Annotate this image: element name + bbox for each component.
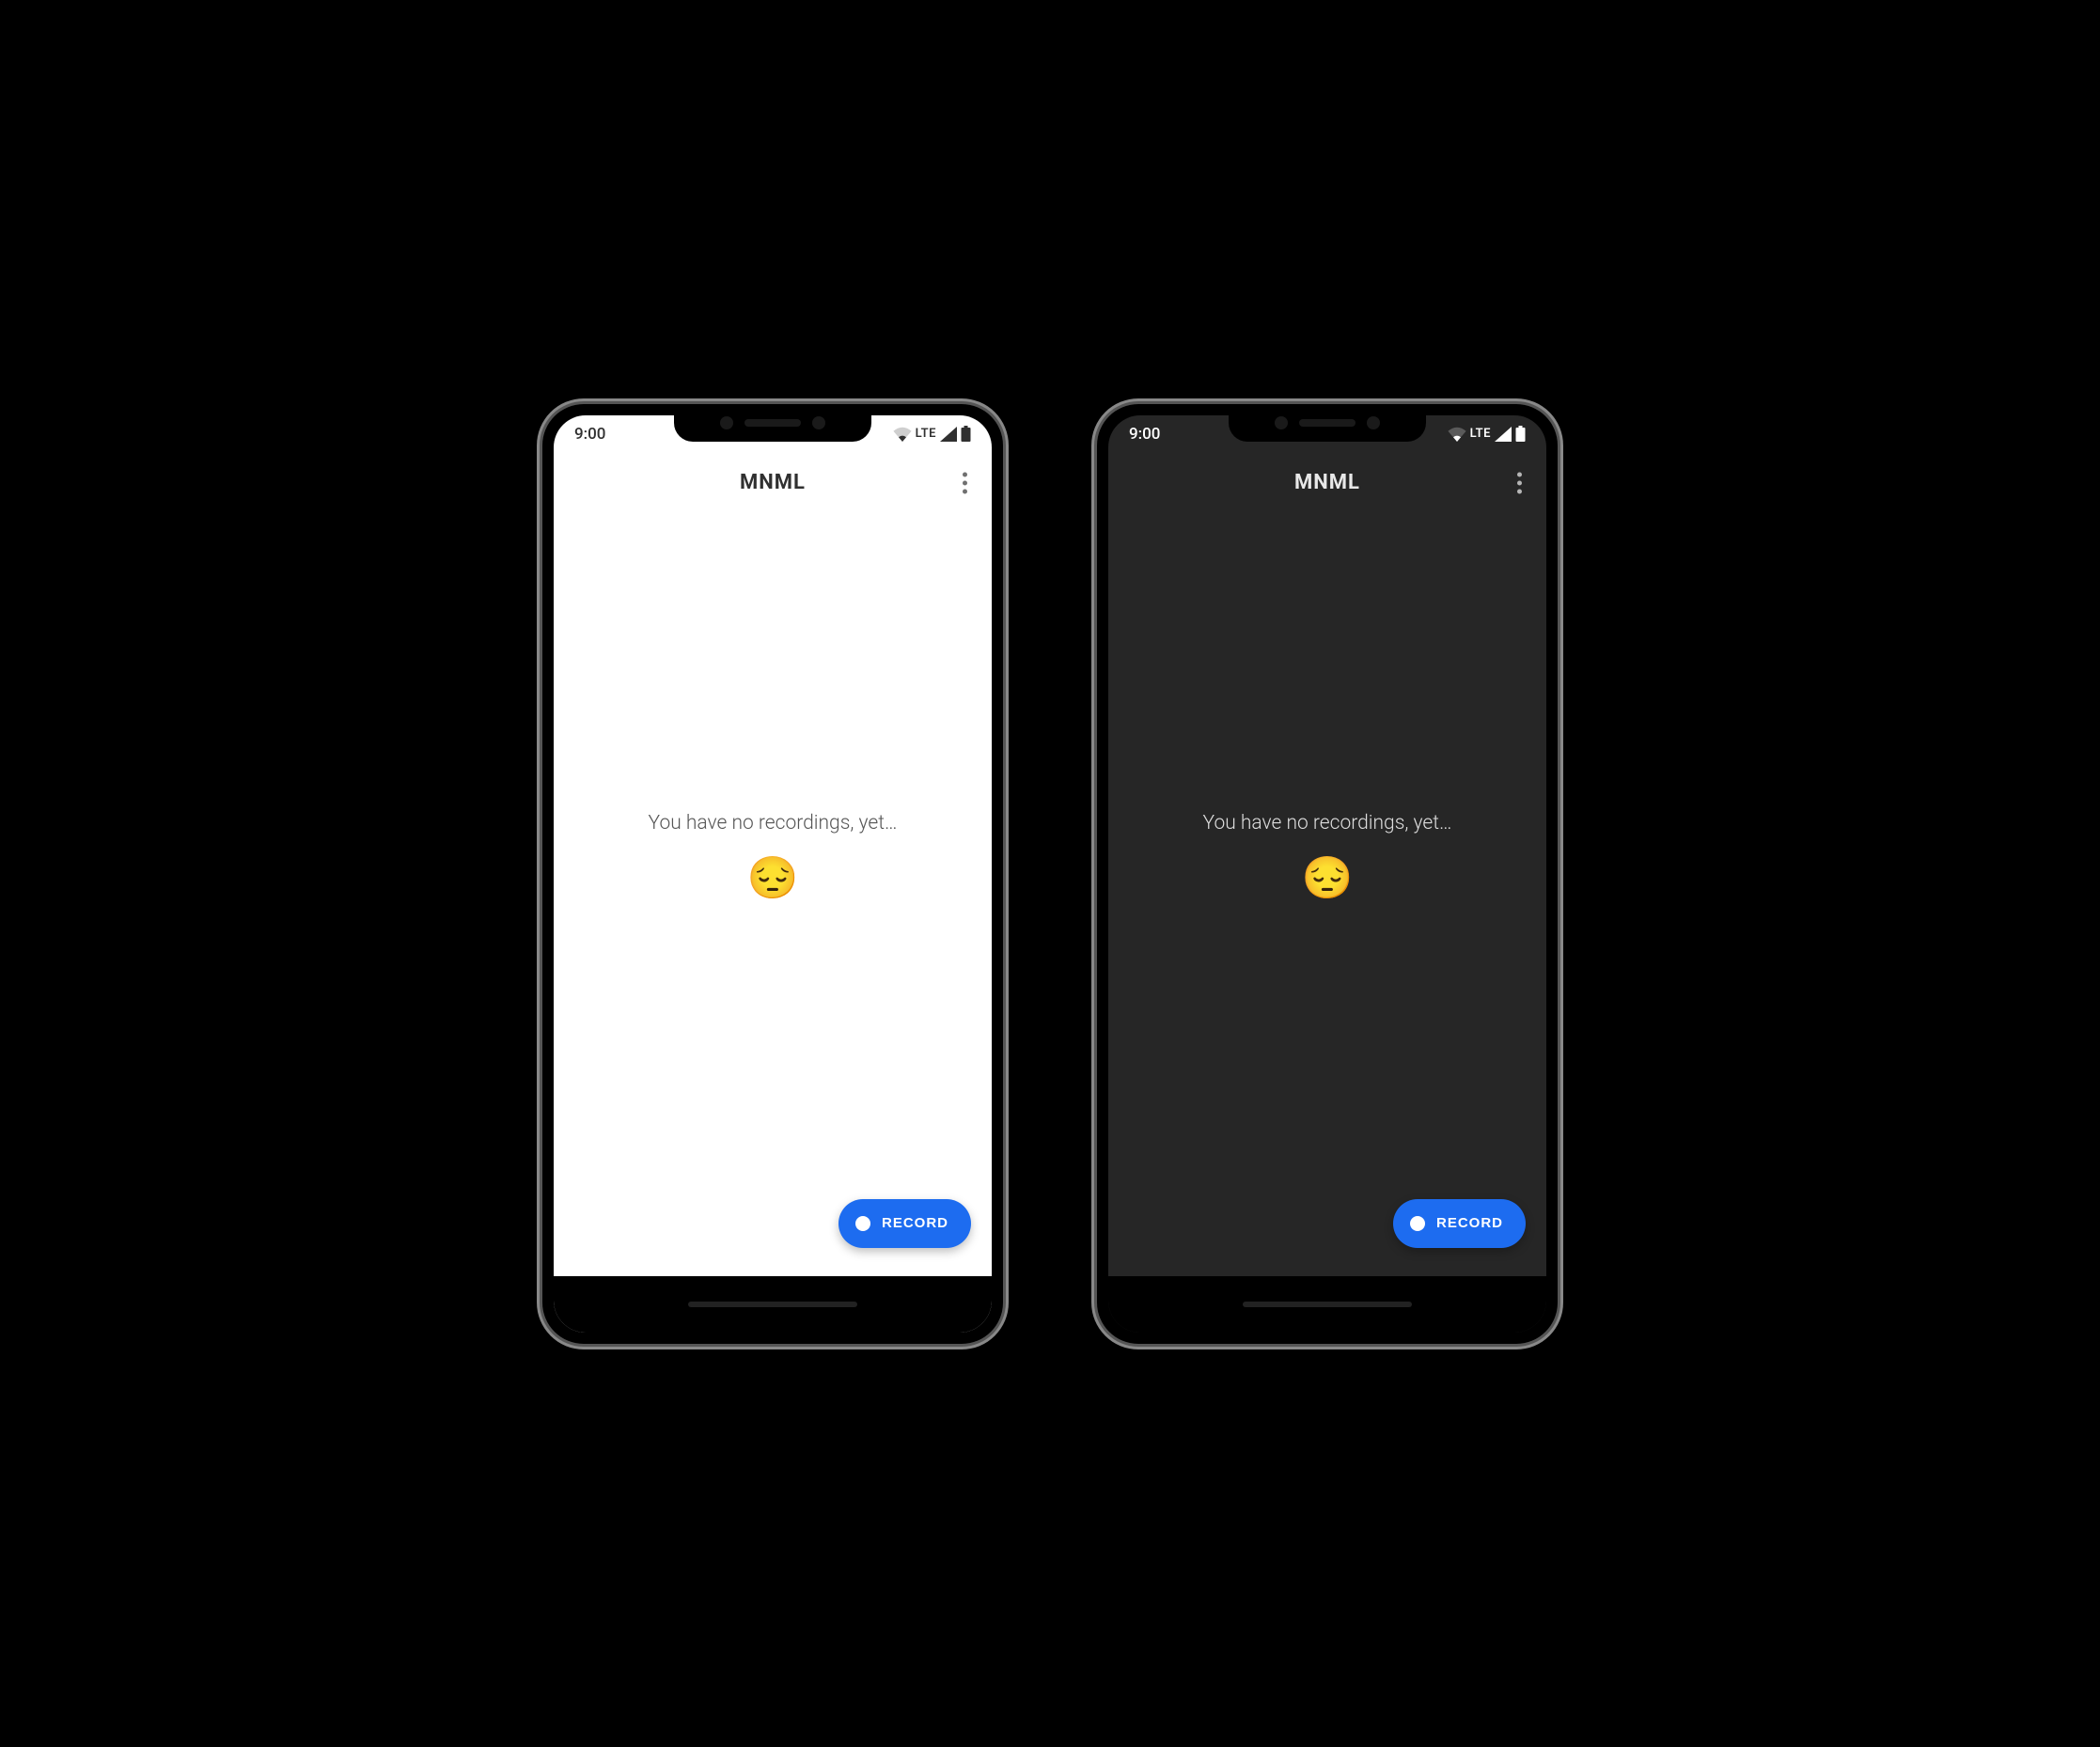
app-bar: MNML xyxy=(1108,453,1546,513)
cellular-signal-icon xyxy=(940,427,957,442)
network-type-label: LTE xyxy=(916,427,936,441)
record-button[interactable]: RECORD xyxy=(1393,1199,1526,1248)
record-button-label: RECORD xyxy=(1436,1215,1503,1231)
pensive-face-emoji: 😔 xyxy=(1302,853,1354,902)
more-vert-icon xyxy=(1517,480,1522,485)
record-button-label: RECORD xyxy=(882,1215,948,1231)
more-vert-icon xyxy=(1517,472,1522,476)
battery-icon xyxy=(1515,426,1526,442)
camera-sensor xyxy=(1275,416,1288,429)
more-vert-icon xyxy=(963,472,967,476)
gesture-hint xyxy=(1243,1302,1412,1307)
device-notch xyxy=(674,404,871,442)
empty-state: You have no recordings, yet… 😔 xyxy=(1108,513,1546,1276)
gesture-hint xyxy=(688,1302,857,1307)
record-icon xyxy=(1410,1216,1425,1231)
system-nav-bar[interactable] xyxy=(1108,1276,1546,1333)
more-vert-icon xyxy=(1517,489,1522,493)
device-frame-dark: 9:00 LTE xyxy=(1097,404,1558,1344)
camera-sensor xyxy=(812,416,825,429)
camera-sensor xyxy=(720,416,733,429)
app-title: MNML xyxy=(740,471,806,494)
screen-dark: 9:00 LTE xyxy=(1108,415,1546,1333)
camera-sensor xyxy=(1367,416,1380,429)
empty-state-text: You have no recordings, yet… xyxy=(1203,812,1452,835)
app-title: MNML xyxy=(1294,471,1360,494)
more-vert-icon xyxy=(963,489,967,493)
cellular-signal-icon xyxy=(1495,427,1512,442)
earpiece-speaker xyxy=(744,419,801,427)
battery-icon xyxy=(961,426,971,442)
empty-state: You have no recordings, yet… 😔 xyxy=(554,513,992,1276)
status-time: 9:00 xyxy=(1129,425,1160,444)
overflow-menu-button[interactable] xyxy=(955,464,975,501)
more-vert-icon xyxy=(963,480,967,485)
empty-state-text: You have no recordings, yet… xyxy=(649,812,898,835)
overflow-menu-button[interactable] xyxy=(1510,464,1529,501)
system-nav-bar[interactable] xyxy=(554,1276,992,1333)
status-time: 9:00 xyxy=(574,425,605,444)
record-icon xyxy=(855,1216,870,1231)
record-button[interactable]: RECORD xyxy=(838,1199,971,1248)
network-type-label: LTE xyxy=(1470,427,1491,441)
pensive-face-emoji: 😔 xyxy=(747,853,799,902)
app-bar: MNML xyxy=(554,453,992,513)
wifi-icon xyxy=(893,427,912,442)
earpiece-speaker xyxy=(1299,419,1356,427)
device-frame-light: 9:00 LTE xyxy=(542,404,1003,1344)
device-notch xyxy=(1229,404,1426,442)
screen-light: 9:00 LTE xyxy=(554,415,992,1333)
wifi-icon xyxy=(1448,427,1466,442)
